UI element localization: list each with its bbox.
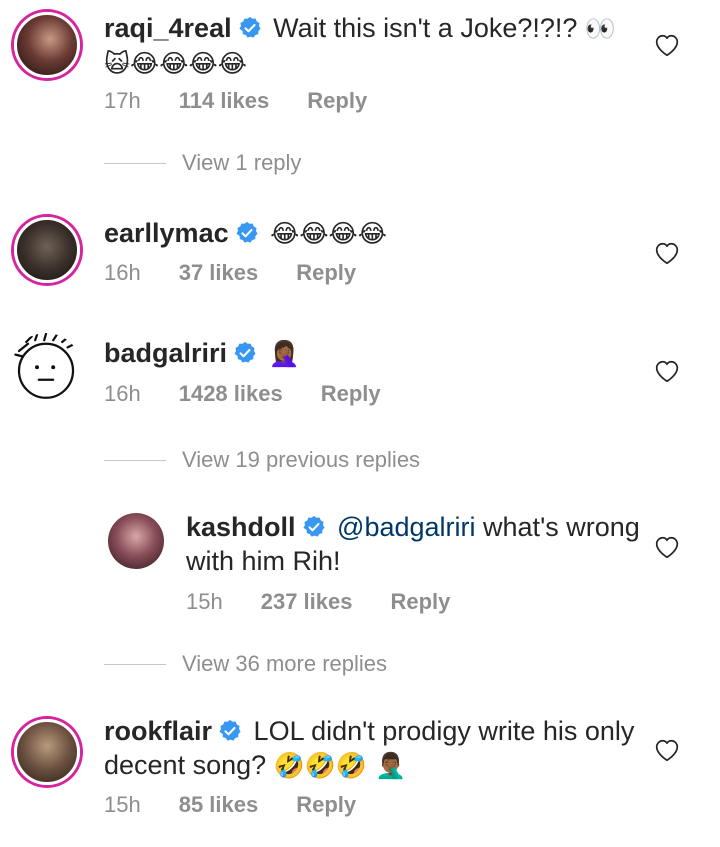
likes-count[interactable]: 114 likes (179, 88, 270, 114)
comment-badgalriri: badgalriri 🤦🏾‍♀️ 16h 1428 likes Reply Vi… (0, 325, 720, 485)
divider (104, 459, 166, 461)
heart-outline-icon[interactable] (654, 33, 680, 57)
comment-meta: 15h 237 likes Reply (186, 589, 450, 615)
username[interactable]: earllymac (104, 218, 229, 248)
comment-meta: 16h 37 likes Reply (104, 260, 356, 286)
view-replies-label: View 36 more replies (182, 651, 388, 676)
divider (104, 663, 166, 665)
emoji-row: 🤣🤣🤣 🤦🏾‍♂️ (273, 751, 407, 780)
timestamp: 16h (104, 381, 141, 406)
comment-body: kashdoll @badgalriri what's wrong with h… (186, 510, 666, 578)
timestamp: 15h (104, 792, 141, 817)
view-replies-button[interactable]: View 1 reply (104, 150, 301, 176)
verified-badge-icon (218, 719, 242, 743)
comment-text: what's wrong (483, 512, 640, 542)
verified-badge-icon (302, 515, 326, 539)
comment-text: LOL didn't prodigy write his only (253, 716, 635, 746)
emoji-row: 🙀😂😂😂😂 (104, 49, 247, 78)
comment-text-line2: with him Rih! (186, 546, 341, 576)
avatar[interactable] (14, 217, 80, 283)
comment-raqi-4real: raqi_4real Wait this isn't a Joke?!?!? 👀… (0, 0, 720, 190)
verified-badge-icon (233, 341, 257, 365)
comment-body: raqi_4real Wait this isn't a Joke?!?!? 👀… (104, 11, 664, 81)
view-replies-button[interactable]: View 19 previous replies (104, 447, 420, 473)
emoji-row: 😂😂😂😂 (270, 219, 387, 248)
comment-kashdoll: kashdoll @badgalriri what's wrong with h… (0, 505, 720, 685)
view-replies-label: View 19 previous replies (182, 447, 421, 472)
comment-meta: 16h 1428 likes Reply (104, 381, 381, 407)
username[interactable]: kashdoll (186, 512, 296, 542)
username[interactable]: rookflair (104, 716, 212, 746)
comment-body: rookflair LOL didn't prodigy write his o… (104, 714, 664, 783)
comment-meta: 15h 85 likes Reply (104, 792, 356, 818)
likes-count[interactable]: 85 likes (179, 792, 259, 818)
timestamp: 16h (104, 260, 141, 285)
view-replies-label: View 1 reply (182, 150, 302, 175)
comment-body: badgalriri 🤦🏾‍♀️ (104, 336, 664, 371)
comment-body: earllymac 😂😂😂😂 (104, 216, 664, 251)
username[interactable]: badgalriri (104, 338, 227, 368)
username[interactable]: raqi_4real (104, 13, 232, 43)
likes-count[interactable]: 37 likes (179, 260, 259, 286)
avatar[interactable] (108, 513, 164, 569)
comment-text-line2: decent song? (104, 750, 267, 780)
comment-meta: 17h 114 likes Reply (104, 88, 367, 114)
avatar[interactable] (14, 719, 80, 785)
heart-outline-icon[interactable] (654, 535, 680, 559)
reply-button[interactable]: Reply (321, 381, 381, 407)
reply-button[interactable]: Reply (390, 589, 450, 615)
timestamp: 15h (186, 589, 223, 614)
avatar[interactable] (10, 333, 82, 405)
reply-button[interactable]: Reply (307, 88, 367, 114)
comment-rookflair: rookflair LOL didn't prodigy write his o… (0, 705, 720, 847)
verified-badge-icon (235, 221, 259, 245)
comment-earllymac: earllymac 😂😂😂😂 16h 37 likes Reply (0, 205, 720, 315)
reply-button[interactable]: Reply (296, 260, 356, 286)
likes-count[interactable]: 1428 likes (179, 381, 283, 407)
timestamp: 17h (104, 88, 141, 113)
likes-count[interactable]: 237 likes (261, 589, 353, 615)
avatar[interactable] (14, 12, 80, 78)
heart-outline-icon[interactable] (654, 241, 680, 265)
mention-link[interactable]: @badgalriri (337, 512, 475, 542)
comment-text: Wait this isn't a Joke?!?!? (273, 13, 578, 43)
heart-outline-icon[interactable] (654, 359, 680, 383)
reply-button[interactable]: Reply (296, 792, 356, 818)
facepalm-emoji: 🤦🏾‍♀️ (268, 339, 300, 368)
heart-outline-icon[interactable] (654, 738, 680, 762)
verified-badge-icon (238, 16, 262, 40)
eyes-emoji: 👀 (584, 14, 617, 43)
divider (104, 162, 166, 164)
view-replies-button[interactable]: View 36 more replies (104, 651, 387, 677)
